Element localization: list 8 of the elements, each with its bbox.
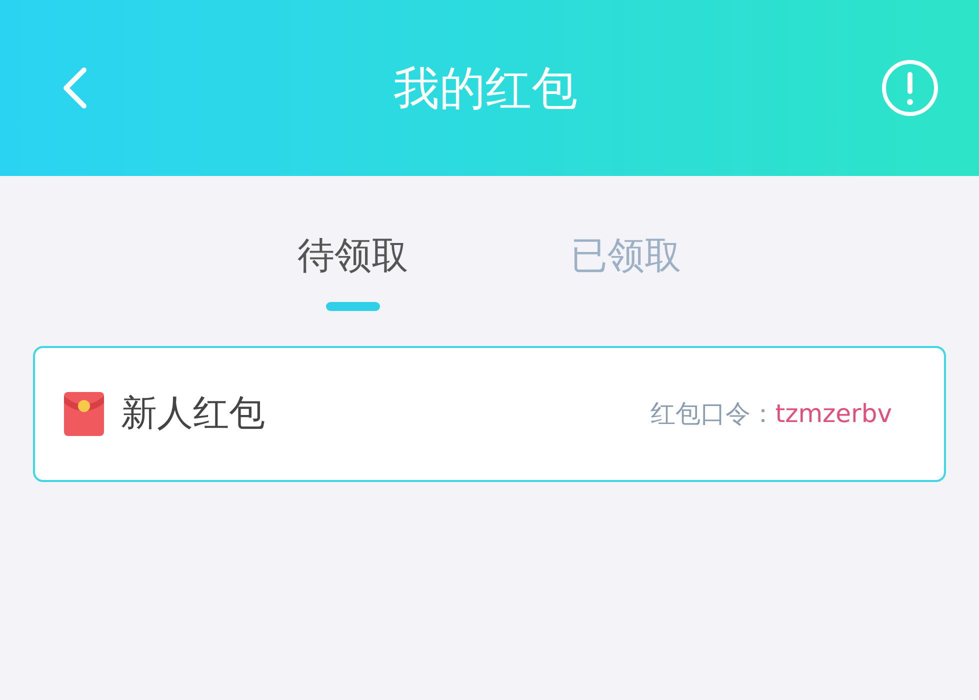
- packet-name: 新人红包: [121, 392, 265, 436]
- packet-card[interactable]: 新人红包 红包口令：tzmzerbv: [33, 346, 946, 482]
- info-icon[interactable]: [881, 59, 939, 117]
- packet-code: tzmzerbv: [775, 398, 892, 430]
- tab[interactable]: 待领取: [268, 228, 438, 346]
- code-label: 红包口令：: [650, 398, 776, 430]
- page-title: 我的红包: [394, 60, 578, 116]
- envelope-icon: [63, 391, 105, 437]
